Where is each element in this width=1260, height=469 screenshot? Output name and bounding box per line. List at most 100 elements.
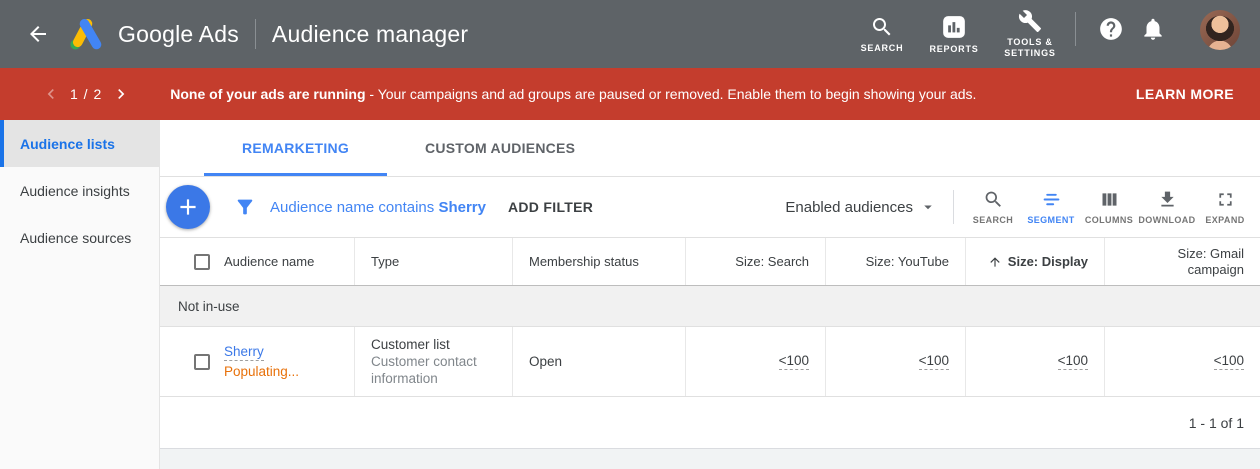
notifications-button[interactable] xyxy=(1132,8,1174,50)
section-label: Not in-use xyxy=(178,299,240,314)
user-avatar[interactable] xyxy=(1200,10,1240,50)
tool-label: SEGMENT xyxy=(1027,215,1074,225)
table-segment-button[interactable]: SEGMENT xyxy=(1022,187,1080,227)
ads-alert-banner: 1 / 2 None of your ads are running - You… xyxy=(0,68,1260,120)
bell-icon xyxy=(1140,16,1166,42)
google-ads-logo-icon xyxy=(68,16,104,52)
google-ads-app: Google Ads Audience manager SEARCH xyxy=(0,0,1260,469)
back-button[interactable] xyxy=(18,14,58,54)
row-checkbox[interactable] xyxy=(194,354,210,370)
cell-membership-status: Open xyxy=(513,327,686,396)
banner-message-rest: - Your campaigns and ad groups are pause… xyxy=(366,86,977,102)
appbar-divider xyxy=(1075,12,1076,46)
column-label: Size: Gmail campaign xyxy=(1170,246,1244,278)
sidebar-item-label: Audience sources xyxy=(20,230,131,246)
filter-icon[interactable] xyxy=(228,196,262,218)
segment-icon xyxy=(1041,189,1062,210)
nav-tools-settings-label: TOOLS & SETTINGS xyxy=(997,37,1063,59)
tool-label: EXPAND xyxy=(1205,215,1244,225)
nav-reports-label: REPORTS xyxy=(929,44,978,55)
filter-value: Sherry xyxy=(438,199,486,216)
tab-remarketing[interactable]: REMARKETING xyxy=(204,120,387,176)
size-gmail-value: <100 xyxy=(1214,353,1244,370)
cell-size-gmail: <100 xyxy=(1105,327,1260,396)
plus-icon xyxy=(175,194,201,220)
column-header-size-gmail[interactable]: Size: Gmail campaign xyxy=(1105,238,1260,285)
back-arrow-icon xyxy=(26,22,50,46)
learn-more-button[interactable]: LEARN MORE xyxy=(1126,78,1244,110)
cell-type: Customer list Customer contact informati… xyxy=(355,327,513,396)
cell-size-search: <100 xyxy=(686,327,826,396)
column-header-size-youtube[interactable]: Size: YouTube xyxy=(826,238,966,285)
wrench-icon xyxy=(1018,9,1042,33)
sidebar-item-audience-insights[interactable]: Audience insights xyxy=(0,167,159,214)
nav-search[interactable]: SEARCH xyxy=(851,11,913,58)
cell-size-youtube: <100 xyxy=(826,327,966,396)
column-header-size-search[interactable]: Size: Search xyxy=(686,238,826,285)
help-button[interactable] xyxy=(1090,8,1132,50)
column-header-audience-name[interactable]: Audience name xyxy=(160,238,355,285)
tool-label: SEARCH xyxy=(973,215,1013,225)
column-header-size-display[interactable]: Size: Display xyxy=(966,238,1105,285)
search-icon xyxy=(870,15,894,39)
dropdown-arrow-icon xyxy=(919,198,937,216)
sidebar-item-audience-lists[interactable]: Audience lists xyxy=(0,120,159,167)
pagination-label: 1 - 1 of 1 xyxy=(1189,415,1244,431)
audience-populating-status: Populating... xyxy=(224,364,299,379)
size-display-value: <100 xyxy=(1058,353,1088,370)
page-title: Audience manager xyxy=(272,21,468,48)
nav-tools-settings[interactable]: TOOLS & SETTINGS xyxy=(995,5,1065,63)
audience-name-link[interactable]: Sherry xyxy=(224,344,264,361)
expand-icon xyxy=(1215,189,1236,210)
sort-ascending-arrow-icon xyxy=(988,255,1002,269)
reports-icon xyxy=(941,14,967,40)
banner-next-button[interactable] xyxy=(106,79,136,109)
tab-bar: REMARKETING CUSTOM AUDIENCES xyxy=(160,120,1260,177)
sidebar: Audience lists Audience insights Audienc… xyxy=(0,120,160,469)
size-youtube-value: <100 xyxy=(919,353,949,370)
size-search-value: <100 xyxy=(779,353,809,370)
download-icon xyxy=(1157,189,1178,210)
active-filter-chip[interactable]: Audience name contains Sherry xyxy=(270,199,486,216)
type-value: Customer list xyxy=(371,336,496,353)
cell-audience-name: Sherry Populating... xyxy=(160,327,355,396)
tab-custom-audiences[interactable]: CUSTOM AUDIENCES xyxy=(387,120,613,176)
top-app-bar: Google Ads Audience manager SEARCH xyxy=(0,0,1260,68)
banner-pager: 1 / 2 xyxy=(70,86,102,102)
table-header-row: Audience name Type Membership status Siz… xyxy=(160,237,1260,286)
table-expand-button[interactable]: EXPAND xyxy=(1196,187,1254,227)
table-pagination: 1 - 1 of 1 xyxy=(160,397,1260,449)
column-header-membership-status[interactable]: Membership status xyxy=(513,238,686,285)
table-download-button[interactable]: DOWNLOAD xyxy=(1138,187,1196,227)
main-content: REMARKETING CUSTOM AUDIENCES Audience na… xyxy=(160,120,1260,469)
bottom-strip xyxy=(160,449,1260,469)
toolbar-divider xyxy=(953,190,954,224)
table-row: Sherry Populating... Customer list Custo… xyxy=(160,327,1260,397)
column-label: Size: Search xyxy=(735,254,809,269)
add-filter-button[interactable]: ADD FILTER xyxy=(502,191,599,223)
filter-prefix: Audience name contains xyxy=(270,199,438,216)
table-toolbar: Audience name contains Sherry ADD FILTER… xyxy=(160,177,1260,237)
sidebar-item-label: Audience insights xyxy=(20,183,130,199)
banner-message: None of your ads are running - Your camp… xyxy=(170,86,1126,102)
audience-status-dropdown[interactable]: Enabled audiences xyxy=(785,198,937,216)
column-label: Membership status xyxy=(529,254,639,269)
membership-status-value: Open xyxy=(529,354,562,369)
nav-reports[interactable]: REPORTS xyxy=(923,10,985,59)
sidebar-item-label: Audience lists xyxy=(20,136,115,152)
help-icon xyxy=(1098,16,1124,42)
column-header-type[interactable]: Type xyxy=(355,238,513,285)
product-name: Google Ads xyxy=(118,21,239,48)
select-all-checkbox[interactable] xyxy=(194,254,210,270)
table-columns-button[interactable]: COLUMNS xyxy=(1080,187,1138,227)
column-label: Size: Display xyxy=(1008,254,1088,269)
banner-message-bold: None of your ads are running xyxy=(170,86,365,102)
columns-icon xyxy=(1099,189,1120,210)
add-audience-button[interactable] xyxy=(166,185,210,229)
table-search-button[interactable]: SEARCH xyxy=(964,187,1022,227)
type-detail: Customer contact information xyxy=(371,353,496,387)
sidebar-item-audience-sources[interactable]: Audience sources xyxy=(0,214,159,261)
nav-search-label: SEARCH xyxy=(861,43,904,54)
banner-prev-button[interactable] xyxy=(36,79,66,109)
appbar-divider xyxy=(255,19,256,49)
